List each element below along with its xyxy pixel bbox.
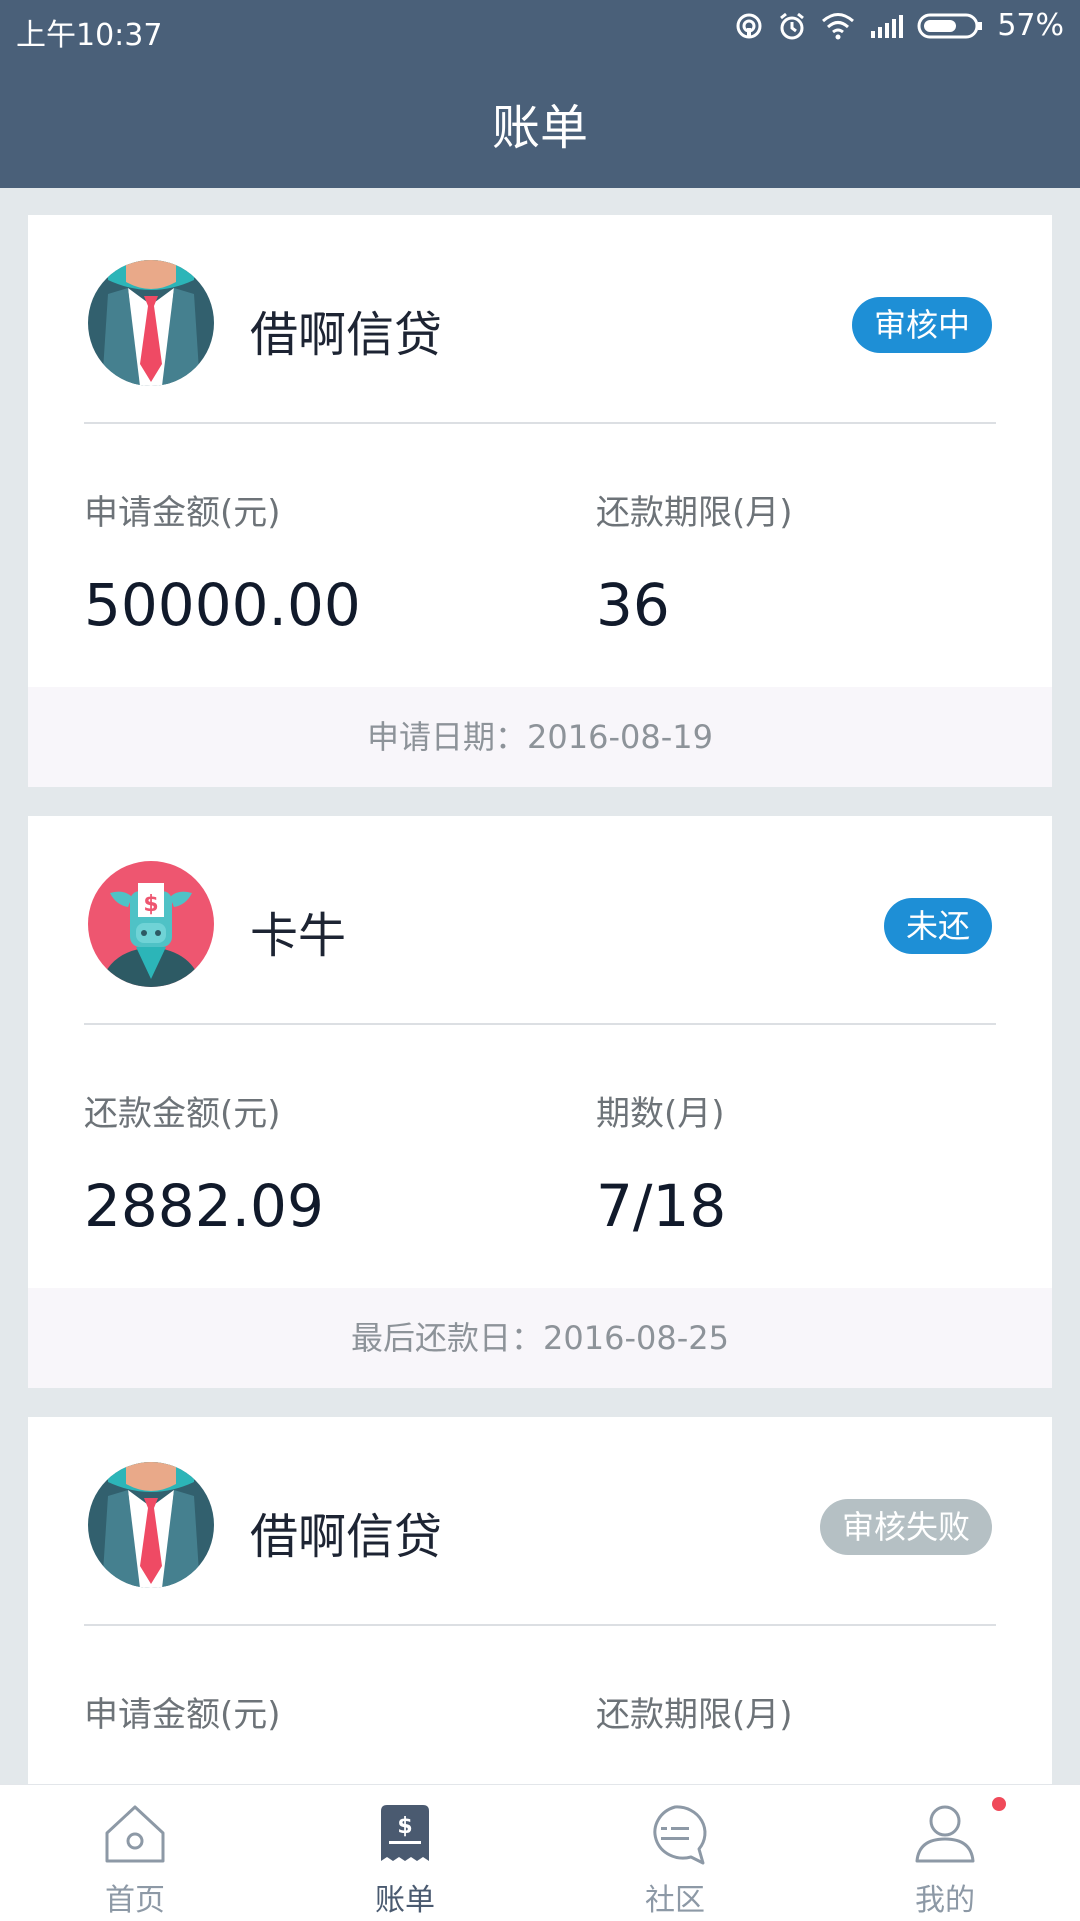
bill-card[interactable]: $ 卡牛 未还 还款金额(元) 期数(月) 2882.09 7/18 最后还款日…	[28, 816, 1052, 1388]
repay-amount-value: 2882.09	[84, 1172, 324, 1240]
amount-label: 申请金额(元)	[84, 493, 281, 533]
nav-bill[interactable]: $ 账单	[270, 1785, 540, 1921]
period-value: 7/18	[596, 1172, 727, 1240]
community-icon	[653, 1805, 707, 1865]
battery-percent: 57%	[997, 8, 1064, 43]
alarm-icon	[780, 12, 805, 39]
businessman-avatar-icon	[88, 1462, 214, 1588]
card-footer-date: 最后还款日：2016-08-25	[28, 1288, 1052, 1388]
term-value: 36	[596, 571, 670, 639]
hotspot-icon	[736, 13, 762, 38]
card-divider	[84, 422, 996, 424]
term-label: 还款期限(月)	[596, 493, 793, 533]
card-footer-date: 申请日期：2016-08-19	[28, 687, 1052, 787]
card-header: 借啊信贷 审核失败	[28, 1417, 1052, 1625]
bill-icon: $	[381, 1805, 429, 1861]
businessman-avatar-icon	[88, 260, 214, 386]
profile-icon	[915, 1805, 975, 1863]
svg-text:$: $	[143, 892, 158, 917]
nav-profile[interactable]: 我的	[810, 1785, 1080, 1921]
amount-label: 申请金额(元)	[84, 1695, 281, 1735]
amount-value: 50000.00	[84, 571, 361, 639]
card-divider	[84, 1624, 996, 1626]
status-bar: 上午10:37 57%	[0, 0, 1080, 58]
nav-profile-label: 我的	[915, 1883, 975, 1918]
card-header: 借啊信贷 审核中	[28, 215, 1052, 423]
top-bar: 上午10:37 57% 账单	[0, 0, 1080, 188]
status-badge: 未还	[883, 898, 992, 954]
card-header: $ 卡牛 未还	[28, 816, 1052, 1024]
term-label: 还款期限(月)	[596, 1695, 793, 1735]
signal-icon	[871, 14, 904, 38]
lender-name: 卡牛	[250, 908, 347, 964]
bill-card[interactable]: 借啊信贷 审核中 申请金额(元) 还款期限(月) 50000.00 36 申请日…	[28, 215, 1052, 787]
notification-dot	[992, 1797, 1006, 1811]
lender-name: 借啊信贷	[250, 307, 443, 363]
repay-amount-label: 还款金额(元)	[84, 1094, 281, 1134]
nav-community-label: 社区	[645, 1883, 705, 1918]
wifi-icon	[822, 12, 855, 39]
page-title: 账单	[491, 100, 588, 156]
nav-bill-label: 账单	[375, 1883, 435, 1918]
svg-text:$: $	[397, 1814, 412, 1839]
status-badge: 审核中	[851, 297, 992, 353]
cow-avatar-icon: $	[88, 861, 214, 987]
battery-icon	[917, 13, 983, 38]
home-icon	[105, 1805, 165, 1863]
bill-card[interactable]: 借啊信贷 审核失败 申请金额(元) 还款期限(月)	[28, 1417, 1052, 1784]
period-label: 期数(月)	[596, 1094, 725, 1134]
status-icons: 57%	[735, 8, 1064, 43]
status-time: 上午10:37	[16, 18, 163, 53]
nav-home-label: 首页	[105, 1883, 165, 1918]
bottom-nav: 首页 $ 账单 社区 我的	[0, 1784, 1080, 1921]
status-badge: 审核失败	[819, 1499, 992, 1555]
card-divider	[84, 1023, 996, 1025]
lender-name: 借啊信贷	[250, 1509, 443, 1565]
nav-home[interactable]: 首页	[0, 1785, 270, 1921]
nav-community[interactable]: 社区	[540, 1785, 810, 1921]
